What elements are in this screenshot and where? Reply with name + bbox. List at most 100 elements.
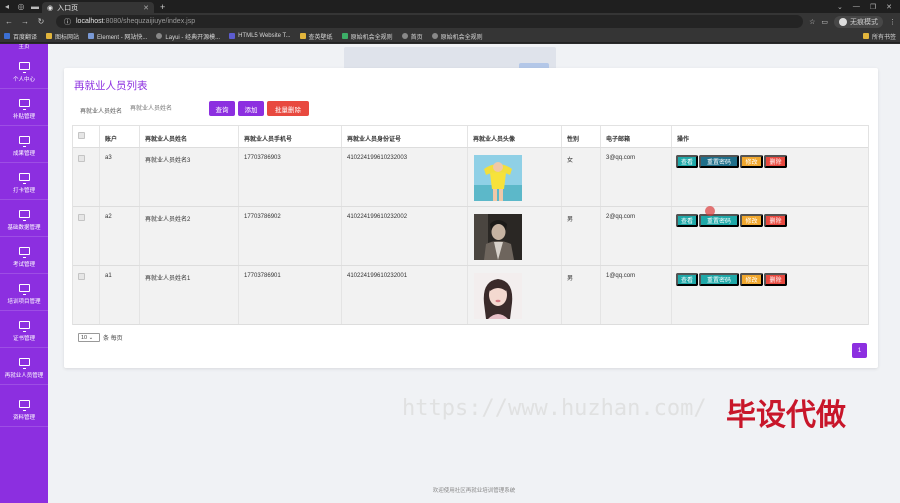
back-arrow-icon[interactable]: ← [4,17,14,26]
sidebar-item-personal[interactable]: 个人中心 [0,56,48,89]
edit-button[interactable]: 修改 [740,273,763,286]
browser-tab[interactable]: ◉ 入口页 ✕ [42,2,154,13]
close-window-icon[interactable]: ✕ [886,3,892,11]
minimize-icon[interactable]: — [853,3,860,11]
sidebar-item-home[interactable]: 主页 [0,44,48,54]
cell-idcard: 410224199610232001 [342,266,468,324]
sidebar-item-results[interactable]: 成果管理 [0,130,48,163]
info-icon[interactable]: ⓘ [64,17,71,27]
cell-email: 2@qq.com [601,207,672,265]
avatar-photo [474,155,522,201]
tablet-icon[interactable]: ▭ [821,18,828,26]
address-bar[interactable]: ⓘ localhost:8080/shequzaijiuye/index.jsp [56,15,804,28]
reload-icon[interactable]: ↻ [36,17,46,26]
add-button[interactable]: 添加 [238,101,264,116]
bookmark-item[interactable]: Layui - 经典开源模... [156,32,220,41]
layui-icon [156,33,163,39]
reset-password-button[interactable]: 重置密码 [699,214,739,227]
sidebar-item-materials[interactable]: 资料管理 [0,394,48,427]
batch-delete-button[interactable]: 批量删除 [267,101,309,116]
bookmarks-bar: 百度翻译 图标网站 Element - 网站快... Layui - 经典开源模… [0,30,900,43]
row-checkbox[interactable] [78,273,85,280]
table-row: a1 再就业人员姓名1 17703786901 4102241996102320… [73,266,868,325]
chevron-down-icon[interactable]: ⌄ [837,3,843,11]
monitor-icon [18,320,30,332]
main-panel: 再就业人员列表 再就业人员姓名 查询 添加 批量删除 账户 再就业人员姓名 再就… [64,68,878,368]
query-button[interactable]: 查询 [209,101,235,116]
tab-favicon-icon: ◉ [47,4,54,12]
globe-icon: ◎ [17,2,25,11]
tab-strip-icon[interactable]: ▬ [28,0,42,13]
avatar-photo [474,214,522,260]
edit-button[interactable]: 修改 [740,155,763,168]
row-checkbox-cell [73,266,100,324]
bookmark-item[interactable]: 原始机会全规则 [431,32,483,41]
search-input[interactable] [130,103,200,115]
toolbar-right: ☆ ▭ 无痕模式 ⋮ [809,15,896,28]
close-tab-icon[interactable]: ✕ [143,4,149,12]
monitor-icon [18,135,30,147]
browser-nav-bar: ← → ↻ ⓘ localhost:8080/shequzaijiuye/ind… [0,13,900,30]
table-row: a2 再就业人员姓名2 17703786902 4102241996102320… [73,207,868,266]
cell-name: 再就业人员姓名1 [140,266,239,324]
watermark-brand: 毕设代做 [726,398,846,433]
reset-password-button[interactable]: 重置密码 [699,273,739,286]
sidebar-item-exam[interactable]: 考试管理 [0,241,48,274]
bookmark-item[interactable]: 图标网站 [46,32,79,41]
new-tab-icon[interactable]: + [160,2,165,12]
monitor-icon [18,283,30,295]
cell-phone: 17703786903 [239,148,342,206]
view-button[interactable]: 查看 [676,155,698,168]
row-checkbox-cell [73,148,100,206]
url-host: localhost [76,18,104,25]
incognito-avatar-icon [839,17,847,26]
sidebar-item-subsidy[interactable]: 补贴管理 [0,93,48,126]
edit-button[interactable]: 修改 [740,214,763,227]
sidebar-item-training[interactable]: 培训项目管理 [0,278,48,311]
sidebar-item-certificate[interactable]: 证书管理 [0,315,48,348]
folder-icon [862,33,869,39]
delete-button[interactable]: 删除 [764,214,787,227]
star-icon[interactable]: ☆ [809,18,815,26]
cell-gender: 女 [562,148,601,206]
select-all-checkbox[interactable] [78,132,85,139]
window-controls: ⌄ — ❐ ✕ [837,3,900,11]
row-checkbox[interactable] [78,155,85,162]
monitor-icon [18,209,30,221]
view-button[interactable]: 查看 [676,214,698,227]
sidebar-item-basic-data[interactable]: 基础数据管理 [0,204,48,237]
delete-button[interactable]: 删除 [764,273,787,286]
cell-account: a3 [100,148,140,206]
bookmark-item[interactable]: 首页 [401,32,423,41]
restore-icon[interactable]: ❐ [870,3,876,11]
cell-actions: 查看 重置密码 修改 删除 [672,207,868,265]
window-menu-icon[interactable]: ◂ [0,0,14,13]
browser-tab-bar: ◂ ◎ ▬ ◉ 入口页 ✕ + ⌄ — ❐ ✕ [0,0,900,13]
reset-password-button[interactable]: 重置密码 [699,155,739,168]
sidebar-item-reemployment[interactable]: 再就业人员管理 [0,352,48,385]
profile-button[interactable]: 无痕模式 [834,15,883,28]
more-menu-icon[interactable]: ⋮ [889,18,896,26]
forward-arrow-icon[interactable]: → [20,17,30,26]
bookmark-item[interactable]: 百度翻译 [4,32,37,41]
baidu-icon [4,33,10,39]
all-bookmarks[interactable]: 所有书签 [862,32,896,41]
view-button[interactable]: 查看 [676,273,698,286]
cell-idcard: 410224199610232002 [342,207,468,265]
bookmark-item[interactable]: Element - 网站快... [88,32,147,41]
page-size-select[interactable]: 10 ⌄ [78,333,100,342]
bookmark-item[interactable]: 原始机会全规则 [341,32,393,41]
delete-button[interactable]: 删除 [764,155,787,168]
pagination-current-page[interactable]: 1 [852,343,867,358]
cell-email: 1@qq.com [601,266,672,324]
data-table: 账户 再就业人员姓名 再就业人员手机号 再就业人员身份证号 再就业人员头像 性别… [72,125,869,325]
col-header: 再就业人员头像 [468,126,562,147]
globe-icon [431,33,438,39]
sidebar-item-checkin[interactable]: 打卡管理 [0,167,48,200]
bookmark-item[interactable]: HTML5 Website T... [229,33,291,39]
bookmark-item[interactable]: 查英壁纸 [299,32,333,41]
monitor-icon [18,61,30,73]
row-checkbox[interactable] [78,214,85,221]
select-all-cell [73,126,100,147]
cell-gender: 男 [562,207,601,265]
